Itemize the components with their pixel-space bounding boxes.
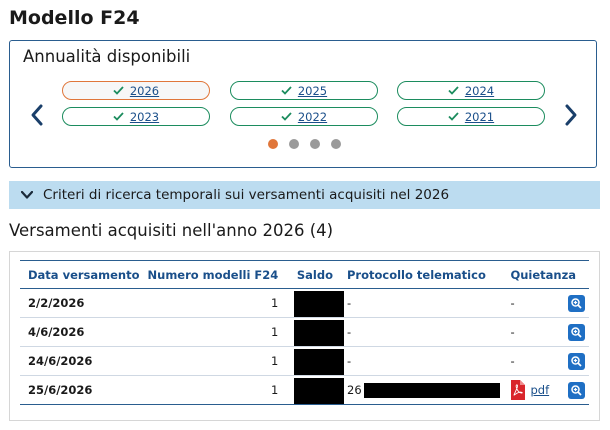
check-icon	[113, 112, 124, 121]
check-icon	[281, 112, 292, 121]
receipt-cell: -	[502, 317, 589, 347]
f24-count: 1	[139, 375, 285, 405]
year-button-2023[interactable]: 2023	[62, 107, 210, 126]
redacted-amount	[294, 291, 345, 317]
chevron-left-icon[interactable]	[28, 101, 46, 129]
carousel-dot[interactable]	[268, 139, 278, 149]
saldo-cell: €	[284, 288, 345, 318]
receipt-value: -	[510, 354, 515, 368]
zoom-in-icon	[571, 326, 582, 338]
zoom-in-button[interactable]	[568, 381, 585, 399]
check-icon	[448, 86, 459, 95]
receipt-cell: -	[502, 288, 589, 318]
redacted-amount	[294, 378, 345, 404]
zoom-in-icon	[571, 297, 582, 309]
saldo-cell: €	[284, 346, 345, 376]
f24-count: 1	[139, 317, 285, 347]
table-row: 4/6/2026 1 € - -	[20, 317, 589, 347]
carousel-pagination	[268, 139, 341, 149]
check-icon	[113, 86, 124, 95]
receipt-value: -	[510, 296, 515, 310]
column-header-protocol[interactable]: Protocollo telematico	[339, 261, 502, 289]
receipt-cell: -	[502, 346, 589, 376]
criteria-label: Criteri di ricerca temporali sui versame…	[43, 187, 450, 203]
protocol-value: 26	[347, 382, 362, 397]
year-button-2026[interactable]: 2026	[62, 81, 210, 100]
payment-date: 4/6/2026	[20, 317, 140, 347]
protocol-value: -	[339, 288, 503, 318]
redacted-amount	[294, 349, 345, 375]
carousel-dot[interactable]	[331, 139, 341, 149]
year-button-2025[interactable]: 2025	[230, 81, 378, 100]
zoom-in-icon	[571, 384, 582, 396]
chevron-down-icon	[21, 191, 33, 199]
receipt-pdf-label: pdf	[530, 383, 550, 397]
protocol-value: -	[339, 317, 503, 347]
saldo-cell: €	[284, 317, 345, 347]
receipt-pdf-link[interactable]: pdf	[510, 380, 549, 400]
year-label: 2021	[464, 109, 495, 124]
year-button-2022[interactable]: 2022	[230, 107, 378, 126]
zoom-in-icon	[571, 355, 582, 367]
column-header-receipt[interactable]: Quietanza	[502, 261, 589, 289]
pdf-file-icon	[511, 380, 526, 400]
criteria-accordion[interactable]: Criteri di ricerca temporali sui versame…	[9, 181, 600, 209]
redacted-amount	[294, 320, 345, 346]
year-label: 2026	[129, 83, 160, 98]
table-header-row: Data versamento Numero modelli F24 Saldo…	[20, 260, 589, 289]
protocol-value: -	[339, 346, 503, 376]
year-label: 2022	[297, 109, 328, 124]
f24-count: 1	[139, 288, 285, 318]
receipt-cell: pdf	[502, 375, 589, 405]
table-row: 2/2/2026 1 € - -	[20, 288, 589, 318]
payment-date: 2/2/2026	[20, 288, 140, 318]
table-row: 24/6/2026 1 € - -	[20, 346, 589, 376]
saldo-cell: €	[284, 375, 345, 405]
column-header-date[interactable]: Data versamento	[20, 261, 140, 289]
carousel-dot[interactable]	[310, 139, 320, 149]
check-icon	[448, 112, 459, 121]
carousel-dot[interactable]	[289, 139, 299, 149]
f24-count: 1	[139, 346, 285, 376]
check-icon	[281, 86, 292, 95]
section-title: Versamenti acquisiti nell'anno 2026 (4)	[9, 221, 334, 240]
payments-table-card: Data versamento Numero modelli F24 Saldo…	[9, 251, 600, 421]
payments-table: Data versamento Numero modelli F24 Saldo…	[20, 260, 589, 405]
chevron-right-icon[interactable]	[562, 101, 580, 129]
column-header-count[interactable]: Numero modelli F24	[140, 261, 285, 289]
page-title: Modello F24	[9, 7, 140, 29]
table-row: 25/6/2026 1 € 26 pdf	[20, 375, 589, 405]
year-label: 2025	[297, 83, 328, 98]
year-label: 2024	[464, 83, 495, 98]
payment-date: 24/6/2026	[20, 346, 140, 376]
zoom-in-button[interactable]	[568, 352, 585, 370]
year-button-2024[interactable]: 2024	[397, 81, 545, 100]
years-panel: Annualità disponibili 2026 2025 2024 202…	[9, 40, 597, 168]
zoom-in-button[interactable]	[568, 323, 585, 341]
column-header-saldo[interactable]: Saldo	[284, 261, 339, 289]
year-label: 2023	[129, 109, 160, 124]
zoom-in-button[interactable]	[568, 294, 585, 312]
years-panel-title: Annualità disponibili	[23, 47, 191, 66]
payment-date: 25/6/2026	[20, 375, 140, 405]
protocol-cell: 26	[339, 375, 503, 405]
receipt-value: -	[510, 325, 515, 339]
year-button-2021[interactable]: 2021	[397, 107, 545, 126]
redacted-protocol	[363, 382, 500, 398]
